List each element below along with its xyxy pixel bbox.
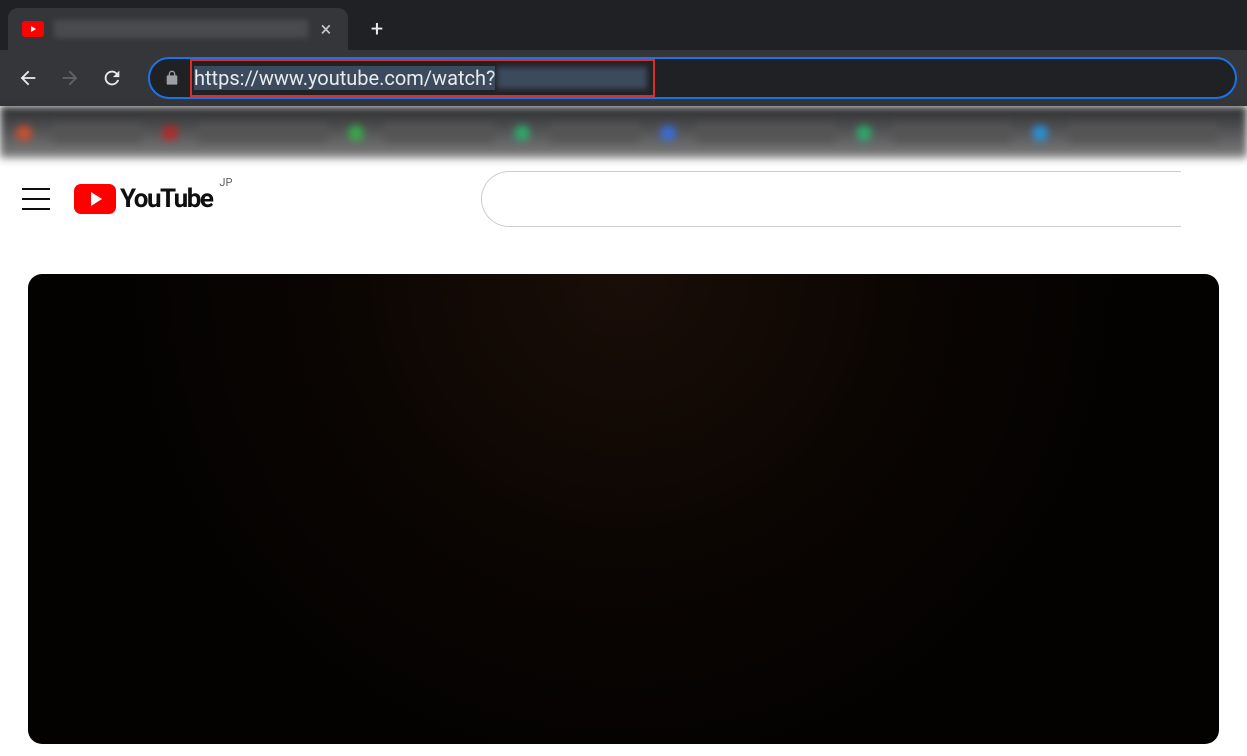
new-tab-button[interactable]: + [362, 14, 392, 44]
search-input[interactable] [481, 171, 1181, 227]
lock-icon [164, 70, 180, 86]
close-tab-button[interactable]: × [318, 21, 334, 37]
search-container [436, 171, 1225, 227]
hamburger-icon [22, 188, 50, 190]
bookmarks-bar [0, 106, 1247, 160]
arrow-right-icon [59, 67, 81, 89]
youtube-logo[interactable]: YouTube JP [74, 184, 212, 214]
url-query-blurred [497, 67, 647, 89]
browser-tab-strip: × + [0, 0, 1247, 50]
browser-toolbar: https://www.youtube.com/watch? [0, 50, 1247, 106]
youtube-favicon-icon [22, 21, 44, 37]
hamburger-menu-button[interactable] [22, 188, 50, 210]
url-text: https://www.youtube.com/watch? [194, 66, 495, 90]
browser-tab[interactable]: × [8, 8, 348, 50]
youtube-header: YouTube JP [0, 160, 1247, 238]
youtube-play-icon [74, 184, 116, 214]
youtube-logo-text: YouTube [120, 184, 212, 214]
region-code: JP [219, 176, 232, 189]
arrow-left-icon [17, 67, 39, 89]
url-highlight-annotation: https://www.youtube.com/watch? [190, 59, 655, 97]
forward-button[interactable] [52, 60, 88, 96]
address-bar[interactable]: https://www.youtube.com/watch? [148, 57, 1237, 99]
reload-button[interactable] [94, 60, 130, 96]
back-button[interactable] [10, 60, 46, 96]
tab-title-blurred [54, 20, 308, 38]
reload-icon [101, 67, 123, 89]
video-player[interactable] [28, 274, 1219, 744]
